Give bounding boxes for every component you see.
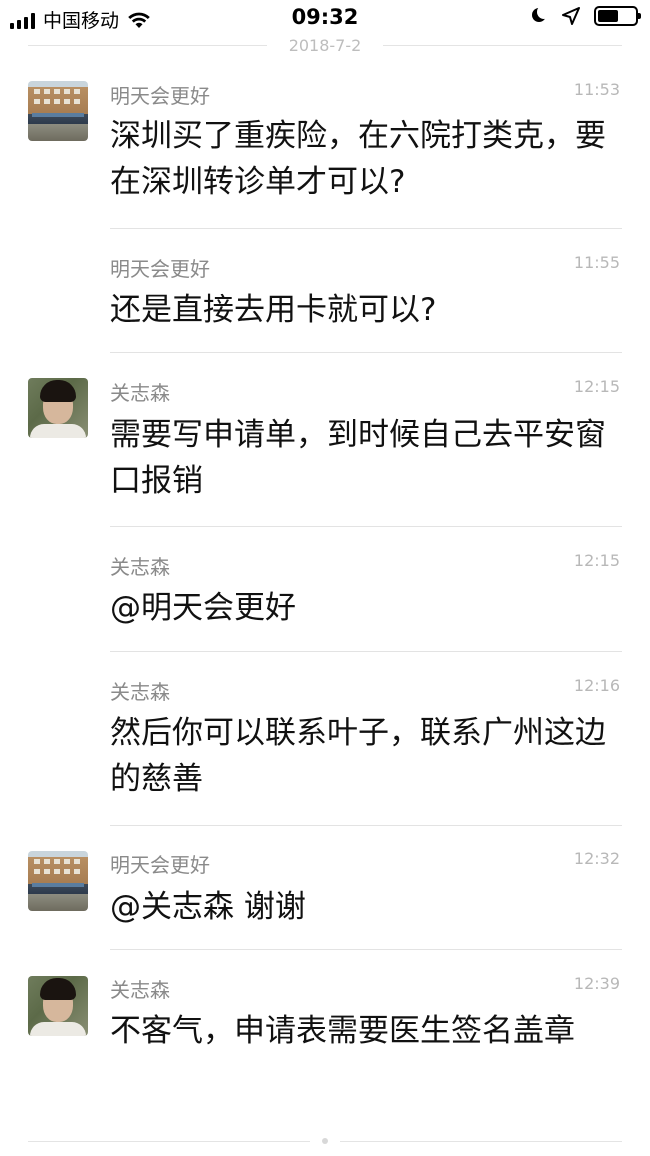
message-text: 还是直接去用卡就可以? (110, 292, 437, 328)
message-time: 12:32 (573, 849, 620, 868)
message-time: 12:16 (573, 676, 620, 695)
sender-name[interactable]: 明天会更好 (110, 849, 210, 878)
message-divider (110, 352, 622, 353)
divider-line (28, 1140, 310, 1142)
message-time: 11:55 (573, 253, 620, 272)
message-text: 不客气，申请表需要医生签名盖章 (110, 1013, 575, 1049)
sender-name[interactable]: 明天会更好 (110, 253, 210, 282)
message-divider (110, 651, 622, 652)
message-text: @关志森 谢谢 (110, 889, 306, 925)
message-divider (110, 825, 622, 826)
avatar[interactable] (28, 851, 88, 911)
message-divider (110, 228, 622, 229)
message-divider (110, 526, 622, 527)
bottom-separator (28, 1138, 622, 1144)
message-divider (110, 949, 622, 950)
more-dot (322, 1138, 328, 1144)
message-time: 12:39 (573, 974, 620, 993)
message-text: 深圳买了重疾险，在六院打类克，要在深圳转诊单才可以? (110, 118, 606, 200)
sender-name[interactable]: 关志森 (110, 974, 170, 1003)
avatar[interactable] (28, 976, 88, 1036)
message-time: 12:15 (573, 377, 620, 396)
avatar[interactable] (28, 81, 88, 141)
message-time: 11:53 (573, 80, 620, 99)
sender-name[interactable]: 关志森 (110, 676, 170, 705)
message-text: 然后你可以联系叶子，联系广州这边的慈善 (110, 715, 606, 797)
message-text: 需要写申请单，到时候自己去平安窗口报销 (110, 417, 606, 499)
message-item: 关志森 12:39 不客气，申请表需要医生签名盖章 (0, 0, 650, 1049)
message-text: @明天会更好 (110, 590, 296, 626)
message-time: 12:15 (573, 551, 620, 570)
sender-name[interactable]: 关志森 (110, 377, 170, 406)
sender-name[interactable]: 明天会更好 (110, 80, 210, 109)
sender-name[interactable]: 关志森 (110, 551, 170, 580)
divider-line (340, 1140, 622, 1142)
avatar[interactable] (28, 378, 88, 438)
